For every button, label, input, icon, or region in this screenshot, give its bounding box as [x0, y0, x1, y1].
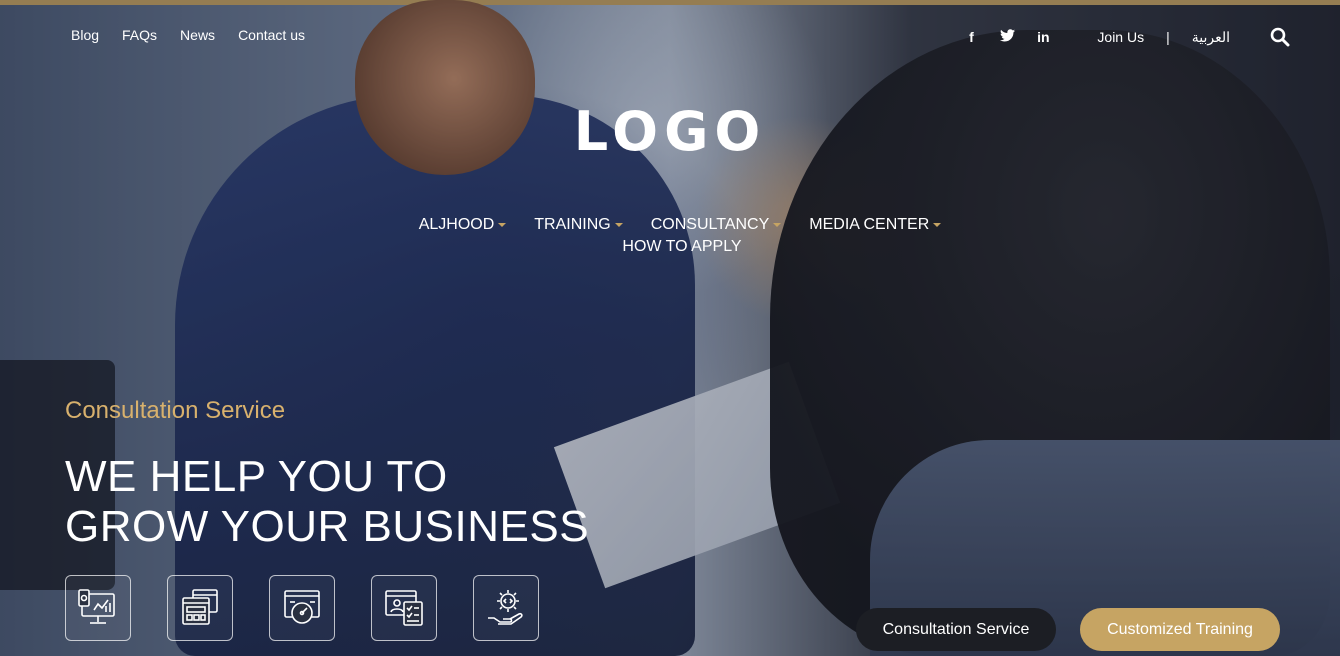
nav-item-consultancy[interactable]: CONSULTANCY — [651, 216, 782, 234]
top-link-news[interactable]: News — [180, 27, 215, 43]
top-separator: | — [1166, 29, 1170, 45]
top-link-faqs[interactable]: FAQs — [122, 27, 157, 43]
hero-eyebrow: Consultation Service — [65, 397, 286, 424]
top-links: Blog FAQs News Contact us — [71, 27, 328, 43]
code-gear-hand-icon[interactable] — [473, 575, 539, 641]
twitter-icon[interactable] — [999, 29, 1015, 45]
nav-item-label: CONSULTANCY — [650, 216, 770, 233]
performance-gauge-icon[interactable] — [269, 575, 335, 641]
main-nav: ALJHOOD TRAINING CONSULTANCY MEDIA CENTE… — [0, 216, 1340, 256]
consultation-service-button[interactable]: Consultation Service — [856, 608, 1056, 651]
customized-training-button[interactable]: Customized Training — [1080, 608, 1280, 651]
top-right-bar: f in Join Us | العربية — [963, 27, 1290, 47]
service-icons — [65, 575, 539, 641]
language-switch-link[interactable]: العربية — [1192, 29, 1230, 46]
analytics-monitor-icon[interactable] — [65, 575, 131, 641]
nav-item-media-center[interactable]: MEDIA CENTER — [809, 216, 942, 234]
hero-headline: WE HELP YOU TO GROW YOUR BUSINESS — [65, 452, 589, 552]
nav-item-aljhood[interactable]: ALJHOOD — [419, 216, 507, 234]
chevron-down-icon — [933, 223, 942, 227]
nav-item-training[interactable]: TRAINING — [534, 216, 623, 234]
chevron-down-icon — [773, 223, 782, 227]
chevron-down-icon — [498, 223, 507, 227]
headline-line-2: GROW YOUR BUSINESS — [65, 502, 590, 551]
chevron-down-icon — [614, 223, 623, 227]
linkedin-icon[interactable]: in — [1035, 29, 1051, 45]
top-link-blog[interactable]: Blog — [71, 27, 99, 43]
top-link-contact[interactable]: Contact us — [238, 27, 305, 43]
nav-item-label: MEDIA CENTER — [809, 216, 930, 233]
facebook-icon[interactable]: f — [963, 29, 979, 45]
social-links: f in — [963, 29, 1051, 45]
nav-item-how-to-apply[interactable]: HOW TO APPLY — [24, 238, 1340, 256]
headline-line-1: WE HELP YOU TO — [65, 452, 448, 501]
join-us-link[interactable]: Join Us — [1097, 29, 1144, 45]
site-logo[interactable]: LOGO — [0, 100, 1340, 163]
hero-section: Blog FAQs News Contact us f in Join Us |… — [0, 0, 1340, 656]
web-layout-icon[interactable] — [167, 575, 233, 641]
background-overlay — [0, 0, 1340, 656]
search-icon[interactable] — [1270, 27, 1290, 47]
nav-item-label: ALJHOOD — [418, 216, 495, 233]
profile-checklist-icon[interactable] — [371, 575, 437, 641]
nav-item-label: TRAINING — [534, 216, 611, 233]
